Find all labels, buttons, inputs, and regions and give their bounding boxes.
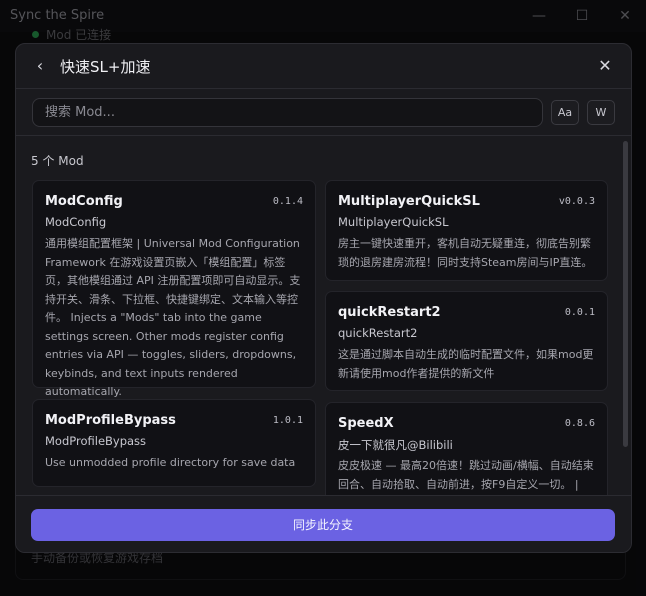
- back-arrow-icon[interactable]: ‹: [30, 56, 50, 76]
- scrollbar[interactable]: [623, 141, 628, 447]
- match-case-toggle[interactable]: Aa: [551, 100, 579, 125]
- close-icon[interactable]: ✕: [595, 56, 615, 76]
- mod-list[interactable]: 5 个 Mod ModConfig 0.1.4 ModConfig 通用模组配置…: [16, 137, 631, 495]
- mod-name: MultiplayerQuickSL: [338, 194, 480, 209]
- mod-author: quickRestart2: [338, 326, 418, 340]
- mod-card[interactable]: quickRestart2 0.0.1 quickRestart2 这是通过脚本…: [325, 291, 608, 391]
- mod-card[interactable]: MultiplayerQuickSL v0.0.3 MultiplayerQui…: [325, 180, 608, 281]
- whole-word-toggle[interactable]: W: [587, 100, 615, 125]
- mod-list-dialog: ‹ 快速SL+加速 ✕ Aa W 5 个 Mod ModConfig 0.1.4…: [15, 43, 632, 553]
- mod-description: 这是通过脚本自动生成的临时配置文件，如果mod更新请使用mod作者提供的新文件: [338, 348, 594, 380]
- dialog-header: ‹ 快速SL+加速 ✕: [16, 44, 631, 89]
- mod-name: SpeedX: [338, 416, 394, 431]
- mod-version: 0.8.6: [564, 418, 595, 429]
- mod-description: 通用模组配置框架 | Universal Mod Configuration F…: [45, 237, 301, 398]
- mod-version: v0.0.3: [558, 196, 595, 207]
- mod-version: 0.0.1: [564, 307, 595, 318]
- search-bar: Aa W: [16, 89, 631, 136]
- mod-description: Use unmodded profile directory for save …: [45, 456, 296, 469]
- mod-author: 皮一下就很凡@Bilibili: [338, 438, 453, 452]
- dialog-footer: 同步此分支: [16, 495, 631, 552]
- mod-author: ModProfileBypass: [45, 434, 147, 448]
- mod-author: ModConfig: [45, 215, 107, 229]
- search-input[interactable]: [32, 98, 543, 127]
- mod-version: 0.1.4: [272, 196, 303, 207]
- mod-name: ModProfileBypass: [45, 413, 176, 428]
- mod-description: 房主一键快速重开，客机自动无疑重连，彻底告别繁琐的退房建房流程！同时支持Stea…: [338, 237, 593, 269]
- mod-name: ModConfig: [45, 194, 123, 209]
- mod-description: 皮皮极速 — 最高20倍速！跳过动画/横幅、自动结束回合、自动拾取、自动前进，按…: [338, 459, 594, 491]
- mod-count: 5 个 Mod: [31, 154, 84, 168]
- mod-card[interactable]: SpeedX 0.8.6 皮一下就很凡@Bilibili 皮皮极速 — 最高20…: [325, 402, 608, 495]
- mod-card[interactable]: ModProfileBypass 1.0.1 ModProfileBypass …: [32, 399, 316, 487]
- mod-author: MultiplayerQuickSL: [338, 215, 449, 229]
- mod-version: 1.0.1: [272, 415, 303, 426]
- mod-card[interactable]: ModConfig 0.1.4 ModConfig 通用模组配置框架 | Uni…: [32, 180, 316, 398]
- mod-name: quickRestart2: [338, 305, 441, 320]
- dialog-title: 快速SL+加速: [60, 58, 151, 76]
- sync-branch-button[interactable]: 同步此分支: [31, 509, 615, 541]
